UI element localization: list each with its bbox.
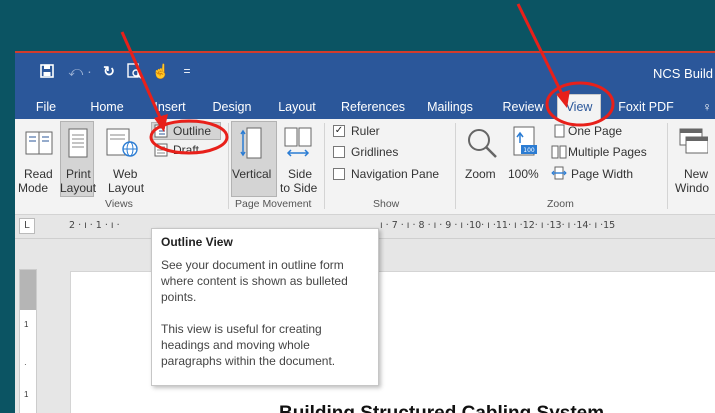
document-heading: Building Structured Cabling System: [279, 403, 604, 413]
read-mode-icon: [25, 131, 53, 155]
tab-view[interactable]: View: [557, 94, 601, 119]
tab-home[interactable]: Home: [85, 95, 129, 119]
vertical-scroll-icon: [240, 127, 262, 159]
one-page-label: One Page: [568, 124, 623, 138]
tab-layout[interactable]: Layout: [273, 95, 321, 119]
redo-icon[interactable]: ↻: [99, 61, 119, 81]
undo-icon[interactable]: ⤺ ·: [65, 61, 95, 81]
zoom-label: Zoom: [465, 167, 496, 181]
draft-label: Draft: [173, 143, 200, 157]
ruler-label: Ruler: [351, 124, 380, 138]
side-to-side-icon: [284, 127, 312, 157]
zoom-group-label: Zoom: [547, 198, 574, 210]
new-window-label-1: New: [684, 167, 709, 181]
draft-icon: [154, 143, 168, 157]
ribbon-tabs: File Home Insert Design Layout Reference…: [15, 91, 715, 119]
ruler-checkbox[interactable]: ✓: [333, 125, 345, 137]
side-to-side-label-1: Side: [288, 167, 313, 181]
vertical-ruler-margin: [20, 270, 36, 310]
tab-references[interactable]: References: [337, 95, 409, 119]
view-ribbon: Read Mode Print Layout Web Layout Outlin…: [15, 119, 715, 215]
new-window-label-2: Windo: [675, 181, 710, 195]
save-icon[interactable]: [37, 61, 57, 81]
web-layout-label-2: Layout: [108, 181, 145, 195]
svg-text:100: 100: [523, 147, 535, 154]
tooltip-title: Outline View: [161, 235, 233, 249]
zoom-100-icon: 100: [513, 126, 537, 156]
tab-insert[interactable]: Insert: [148, 95, 192, 119]
print-layout-icon: [68, 128, 88, 158]
print-preview-icon[interactable]: [123, 61, 145, 81]
gridlines-label: Gridlines: [351, 145, 399, 159]
web-layout-label-1: Web: [113, 167, 138, 181]
magnifier-icon: [468, 129, 497, 158]
multiple-pages-icon: [551, 145, 567, 159]
group-divider: [455, 123, 456, 209]
read-mode-label-1: Read: [24, 167, 53, 181]
tab-file[interactable]: File: [29, 95, 63, 119]
multiple-pages-label: Multiple Pages: [568, 145, 647, 159]
page-width-label: Page Width: [571, 167, 634, 181]
ruler-left-ticks: 2 · ı · 1 · ı ·: [69, 220, 120, 231]
page-width-icon: [551, 166, 567, 180]
print-layout-label-2: Layout: [60, 181, 97, 195]
one-page-icon: [554, 124, 565, 138]
navigation-pane-label: Navigation Pane: [351, 167, 440, 181]
outline-label: Outline: [173, 124, 212, 138]
vertical-ruler-mark: 1: [24, 320, 29, 329]
tab-design[interactable]: Design: [208, 95, 256, 119]
read-mode-label-2: Mode: [18, 181, 49, 195]
web-layout-icon: [106, 128, 138, 157]
vertical-ruler-mark: 1: [24, 390, 29, 399]
zoom-100-label: 100%: [508, 167, 539, 181]
views-group-label: Views: [105, 198, 133, 210]
navigation-pane-checkbox[interactable]: [333, 168, 345, 180]
outline-icon: [154, 124, 168, 138]
tab-foxit-pdf[interactable]: Foxit PDF: [613, 95, 679, 119]
tell-me-lightbulb-icon[interactable]: ♀: [699, 95, 715, 119]
tab-review[interactable]: Review: [498, 95, 548, 119]
document-title: NCS Build: [653, 66, 713, 81]
tab-selector[interactable]: L: [19, 218, 35, 234]
title-bar: ⤺ · ↻ ☝ = NCS Build: [15, 53, 715, 91]
tooltip-description: See your document in outline form where …: [161, 258, 348, 304]
touch-mode-icon[interactable]: ☝: [150, 61, 172, 81]
outline-view-tooltip: Outline View See your document in outlin…: [151, 228, 379, 386]
vertical-label: Vertical: [232, 167, 272, 181]
vertical-ruler[interactable]: 1 · 1: [19, 269, 37, 413]
show-group-label: Show: [373, 198, 400, 210]
word-window: ⤺ · ↻ ☝ = NCS Build File Home Insert Des…: [15, 51, 715, 413]
group-divider: [324, 123, 325, 209]
page-movement-group-label: Page Movement: [235, 198, 312, 210]
group-divider: [667, 123, 668, 209]
new-window-icon: [679, 128, 708, 154]
customize-quick-access-icon[interactable]: =: [179, 61, 195, 81]
vertical-ruler-mark: ·: [24, 360, 27, 369]
tooltip-usage: This view is useful for creating heading…: [161, 322, 336, 368]
ruler-right-ticks: ı · 7 · ı · 8 · ı · 9 · ı ·10· ı ·11· ı …: [380, 220, 616, 231]
side-to-side-label-2: to Side: [280, 181, 318, 195]
tab-mailings[interactable]: Mailings: [420, 95, 480, 119]
group-divider: [228, 123, 229, 209]
gridlines-checkbox[interactable]: [333, 146, 345, 158]
print-layout-label-1: Print: [66, 167, 91, 181]
